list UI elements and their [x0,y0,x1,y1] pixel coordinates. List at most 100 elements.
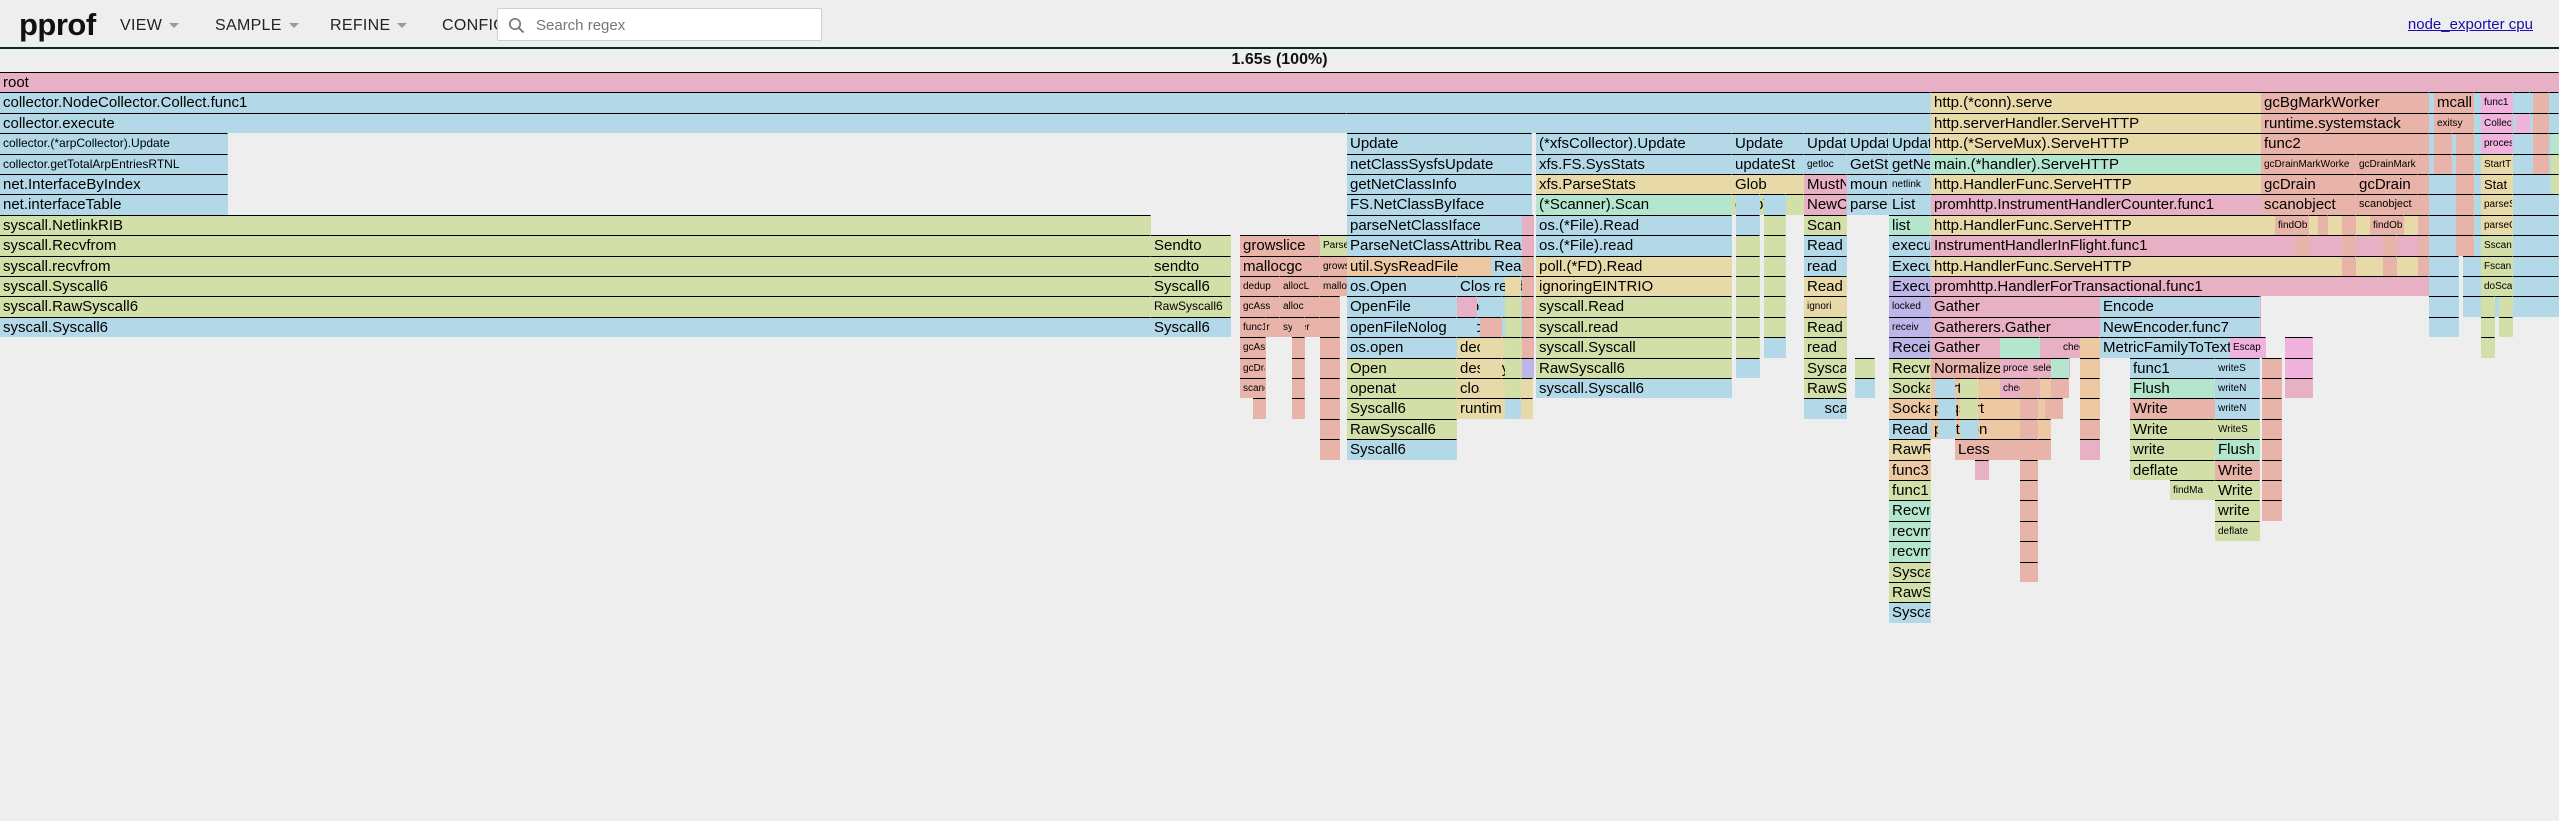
flame-frame[interactable] [2434,133,2452,154]
flame-frame[interactable]: recvm [1889,541,1931,562]
flame-frame[interactable] [2020,541,2038,562]
flame-frame[interactable] [2533,133,2549,154]
flame-frame[interactable] [2262,418,2282,440]
flame-frame[interactable]: gcDrain [2356,174,2418,195]
flame-frame[interactable]: gcAss [1240,296,1280,317]
flame-frame[interactable] [2262,459,2282,480]
flame-frame[interactable] [2533,112,2549,134]
flame-frame[interactable]: RawS [1889,582,1931,603]
menu-sample[interactable]: SAMPLE [215,17,299,35]
flame-frame[interactable]: Fscan [2481,255,2513,276]
flame-frame[interactable]: gcDrain [2261,174,2356,195]
flame-frame[interactable]: writeN [2215,378,2260,399]
flame-frame[interactable]: runtim [1457,398,1533,419]
flame-frame[interactable]: net.InterfaceByIndex [0,174,228,195]
flame-frame[interactable]: NewC [1804,194,1847,215]
flame-frame[interactable]: Socka [1889,398,1931,419]
flame-frame[interactable]: syscall.Syscall [1536,337,1732,358]
flame-frame[interactable]: root [0,72,2559,93]
flame-frame[interactable]: getloc [1804,153,1847,174]
flame-frame[interactable] [2551,92,2559,113]
flame-frame[interactable]: read [1804,255,1847,276]
flame-frame[interactable]: exitsy [2434,112,2474,134]
flame-frame[interactable] [2551,153,2559,174]
flame-frame[interactable] [1764,194,1786,215]
flame-frame[interactable] [2262,439,2282,460]
flame-frame[interactable]: scanobject [2261,194,2356,215]
flame-frame[interactable]: NewEncoder.func7 [2100,316,2260,338]
flame-frame[interactable] [2429,214,2459,236]
flame-frame[interactable]: scanobject [2356,194,2418,215]
flame-frame[interactable]: alloc [1280,296,1320,317]
flame-frame[interactable]: Recvm [1889,500,1931,521]
flame-frame[interactable] [2499,296,2513,317]
flame-frame[interactable]: func1 [1889,480,1931,501]
flame-frame[interactable] [1960,418,1978,440]
flame-frame[interactable] [1505,337,1521,358]
flame-frame[interactable]: net.interfaceTable [0,194,228,215]
flame-frame[interactable] [2418,194,2429,215]
flame-frame[interactable] [1347,112,1931,134]
flame-frame[interactable] [1480,296,1502,317]
flame-frame[interactable] [2262,398,2282,419]
flame-frame[interactable]: Recvr [1889,357,1931,378]
flame-frame[interactable]: syscall.Recvfrom [0,235,1151,256]
flame-frame[interactable]: mcall [2434,92,2474,113]
flame-frame[interactable] [2080,439,2100,460]
flame-frame[interactable]: os.open [1347,337,1457,358]
flame-frame[interactable]: Socka [1889,378,1931,399]
flame-frame[interactable] [1736,316,1760,338]
flame-frame[interactable] [2020,520,2038,542]
flame-frame[interactable]: findOb [2275,214,2309,236]
flame-frame[interactable]: Syscall6 [1347,398,1457,419]
flame-frame[interactable] [2456,214,2474,236]
flame-frame[interactable] [1320,418,1340,440]
flame-frame[interactable]: allocL [1280,276,1320,297]
flame-frame[interactable]: (*xfsCollector).Update [1536,133,1732,154]
flame-frame[interactable] [1320,357,1340,378]
flame-frame[interactable]: gcAss [1240,337,1266,358]
flame-frame[interactable]: growslice [1240,235,1320,256]
flame-frame[interactable]: write [2215,500,2260,521]
flame-frame[interactable]: Flush [2130,378,2215,399]
flame-frame[interactable] [2080,337,2100,358]
flame-frame[interactable]: deflate [2130,459,2215,480]
flame-frame[interactable] [1320,337,1340,358]
flame-frame[interactable] [2533,153,2549,174]
flame-frame[interactable] [1522,235,1534,256]
flame-frame[interactable]: sendto [1151,255,1231,276]
flame-frame[interactable]: Write [2130,398,2215,419]
flame-frame[interactable]: openat [1347,378,1457,399]
flame-frame[interactable]: deflate [2215,520,2260,542]
flame-frame[interactable]: netClassSysfsUpdate [1347,153,1532,174]
flame-frame[interactable]: func3 [1889,459,1931,480]
flame-frame[interactable]: StartT [2481,153,2513,174]
flame-frame[interactable] [2418,153,2429,174]
flame-frame[interactable]: collector.NodeCollector.Collect.func1 [0,92,1931,113]
flame-frame[interactable] [2285,337,2313,358]
flame-frame[interactable]: os.Open [1347,276,1457,297]
flame-frame[interactable]: syscall.Syscall6 [1536,378,1732,399]
flame-frame[interactable]: gcDrainMark [2356,153,2418,174]
flame-frame[interactable]: Read [1889,418,1931,440]
flame-frame[interactable]: parse [1847,194,1889,215]
flame-frame[interactable]: dedup [1240,276,1280,297]
flame-frame[interactable]: Update [1347,133,1532,154]
flame-frame[interactable]: List [1889,194,1931,215]
flame-frame[interactable] [2551,112,2559,134]
flame-frame[interactable] [1480,316,1502,338]
flame-frame[interactable] [2020,561,2038,582]
flame-frame[interactable] [1805,398,1825,419]
flame-frame[interactable] [2295,235,2309,256]
flame-frame[interactable]: os.(*File).read [1536,235,1732,256]
flame-frame[interactable] [1522,337,1534,358]
flame-frame[interactable] [2429,276,2459,297]
flame-frame[interactable]: Sscan [2481,235,2513,256]
flame-frame[interactable]: getNe [1889,153,1931,174]
flame-frame[interactable] [1935,378,1955,399]
flame-frame[interactable] [2499,316,2513,338]
flame-frame[interactable] [1764,255,1786,276]
flame-frame[interactable] [1764,235,1786,256]
flame-frame[interactable] [2516,112,2530,134]
flame-frame[interactable]: writeN [2215,398,2260,419]
